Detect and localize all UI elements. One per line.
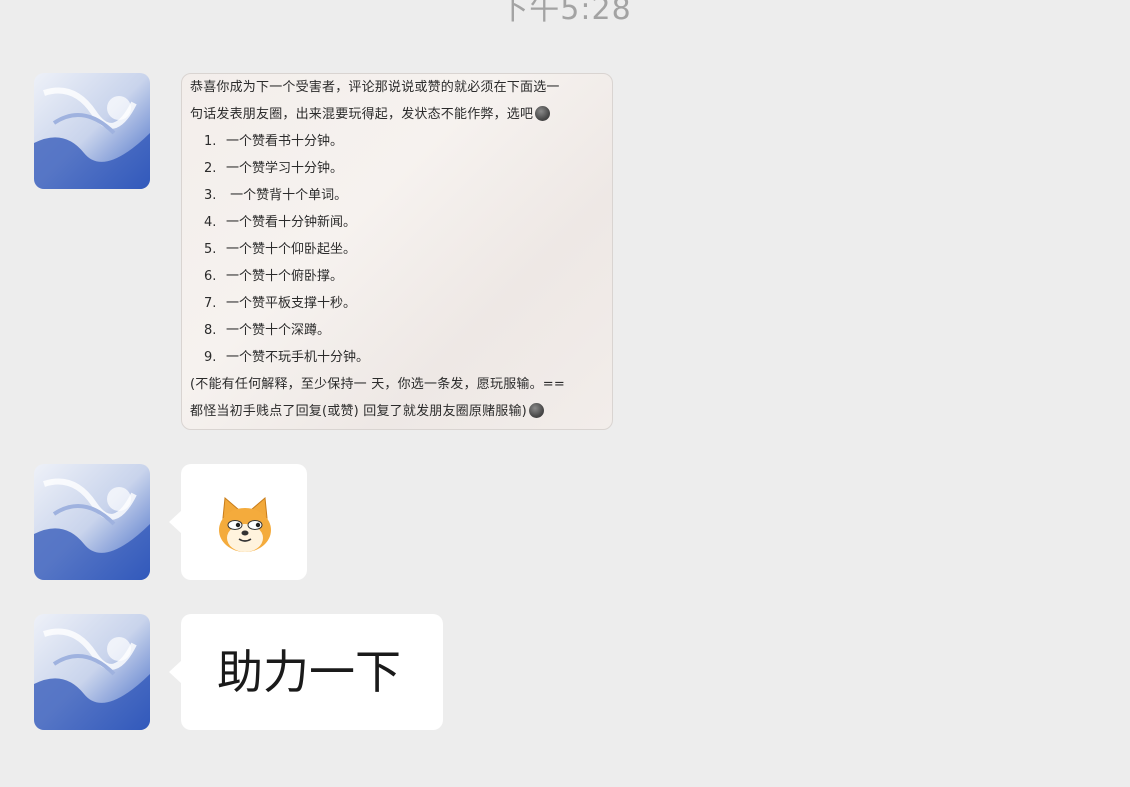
avatar-image-icon xyxy=(34,73,150,189)
message-timestamp: 下午5:28 xyxy=(498,0,632,27)
list-item: 4. 一个赞看十分钟新闻。 xyxy=(204,215,357,230)
message-row-image: 恭喜你成为下一个受害者，评论那说说或赞的就必须在下面选一 句话发表朋友圈，出来混… xyxy=(34,73,634,433)
message-row-sticker xyxy=(34,464,334,580)
text-message-bubble[interactable]: 助力一下 xyxy=(169,614,443,730)
image-message[interactable]: 恭喜你成为下一个受害者，评论那说说或赞的就必须在下面选一 句话发表朋友圈，出来混… xyxy=(181,73,613,430)
list-item: 8. 一个赞十个深蹲。 xyxy=(204,323,331,338)
image-intro-line-2: 句话发表朋友圈，出来混要玩得起，发状态不能作弊，选吧 xyxy=(190,101,606,128)
image-intro-line-1: 恭喜你成为下一个受害者，评论那说说或赞的就必须在下面选一 xyxy=(190,80,560,95)
list-item: 6. 一个赞十个俯卧撑。 xyxy=(204,269,344,284)
list-item: 2. 一个赞学习十分钟。 xyxy=(204,161,344,176)
avatar-image-icon xyxy=(34,614,150,730)
sender-avatar[interactable] xyxy=(34,73,150,189)
message-row-text: 助力一下 xyxy=(34,614,454,730)
list-item: 9. 一个赞不玩手机十分钟。 xyxy=(204,350,370,365)
sticker-message-bubble[interactable] xyxy=(169,464,307,580)
list-item: 7. 一个赞平板支撑十秒。 xyxy=(204,296,357,311)
message-text: 助力一下 xyxy=(217,645,401,699)
dark-emoji-icon xyxy=(535,106,551,121)
list-item: 1. 一个赞看书十分钟。 xyxy=(204,134,344,149)
image-outro-line-1: (不能有任何解释，至少保持一 天，你选一条发，愿玩服输。== xyxy=(190,377,565,392)
dark-emoji-icon xyxy=(528,403,544,418)
sender-avatar[interactable] xyxy=(34,614,150,730)
avatar-image-icon xyxy=(34,464,150,580)
image-outro-line-2: 都怪当初手贱点了回复(或赞) 回复了就发朋友圈原赌服输) xyxy=(190,398,606,425)
list-item: 5. 一个赞十个仰卧起坐。 xyxy=(204,242,357,257)
sender-avatar[interactable] xyxy=(34,464,150,580)
list-item: 3. 一个赞背十个单词。 xyxy=(204,188,348,203)
doge-emoji-icon xyxy=(219,496,271,552)
